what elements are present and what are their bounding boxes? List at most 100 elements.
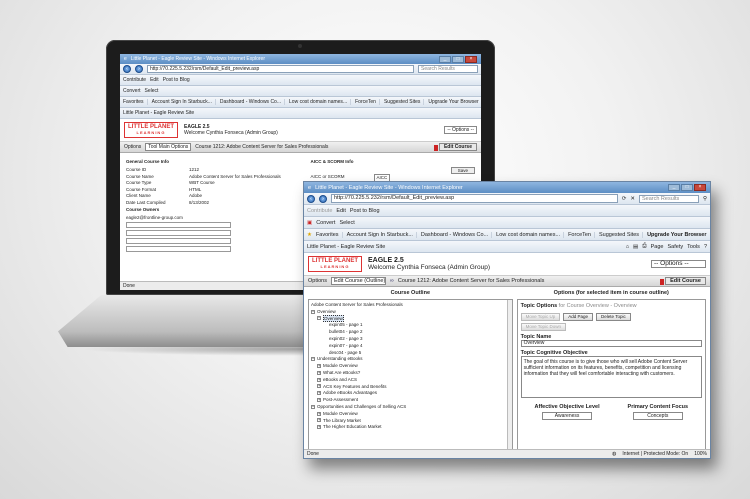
collapse-icon[interactable]: − [311,357,315,362]
address-input[interactable]: http://70.225.5.232/rsm/Default_Edit_pre… [331,194,618,203]
options-select[interactable]: Tool Main Options [145,143,192,151]
outline-item[interactable]: + Module Overview [311,411,510,418]
stop-icon[interactable]: ✕ [630,196,635,202]
outline-item[interactable]: + The Higher Education Market [311,424,510,431]
outline-item[interactable]: + eBooks and ACS [311,377,510,384]
select-button[interactable]: Select [339,220,354,226]
edit-button[interactable]: Edit [150,77,159,83]
outline-panel: Course Outline Adobe Content Server for … [308,290,513,455]
minimize-icon[interactable]: _ [439,55,451,63]
forward-icon[interactable]: › [319,194,327,203]
move-topic-up-button[interactable]: Move Topic Up [520,313,561,321]
maximize-icon[interactable]: □ [681,184,693,191]
edit-button[interactable]: Edit [336,208,345,214]
contribute-button[interactable]: Contribute [123,77,146,83]
contribute-button[interactable]: Contribute [307,208,332,214]
search-input[interactable]: Search Results [418,65,478,73]
owner-input[interactable] [126,245,231,252]
add-page-button[interactable]: Add Page [563,313,594,321]
favorite-link[interactable]: Suggested Sites [384,99,425,105]
post-to-blog-button[interactable]: Post to Blog [163,77,190,83]
outline-item[interactable]: + What Are eBooks? [311,370,510,377]
back-icon[interactable]: ‹ [123,65,131,73]
favorite-link[interactable]: Dashboard - Windows Co... [220,99,286,105]
save-button[interactable]: Save [450,167,475,174]
close-icon[interactable]: × [465,55,477,63]
affective-select[interactable]: Awareness [542,412,593,420]
favorite-link[interactable]: Low cost domain names... [289,99,352,105]
collapse-icon[interactable]: − [311,404,315,409]
expand-icon[interactable]: + [317,418,321,423]
favorite-link[interactable]: Dashboard - Windows Co... [421,231,493,238]
expand-icon[interactable]: + [317,370,321,375]
favorites-button[interactable]: Favorites [316,231,343,238]
post-to-blog-button[interactable]: Post to Blog [350,208,380,214]
expand-icon[interactable]: + [317,384,321,389]
forward-icon[interactable]: › [135,65,143,73]
outline-item[interactable]: expin07 - page 4 [311,343,510,350]
safety-menu[interactable]: Safety [668,244,684,250]
outline-item[interactable]: + Post-Assessment [311,397,510,404]
edit-course-button[interactable]: Edit Course [660,277,706,285]
outline-item[interactable]: bullet04 - page 2 [311,329,510,336]
focus-select[interactable]: Concepts [632,412,683,420]
close-icon[interactable]: × [694,184,706,191]
edit-course-button[interactable]: Edit Course [433,143,477,151]
search-input[interactable]: Search Results [638,194,699,203]
logo: LITTLE PLANET LEARNING [124,122,178,138]
zoom-level[interactable]: 100% [694,450,707,458]
owner-input[interactable] [126,221,231,228]
outline-item-label: expin07 - page 4 [329,342,363,348]
outline-item[interactable]: − Opportunities and Challenges of Selling… [311,404,510,411]
header-options-select[interactable]: -- Options -- [444,126,477,134]
refresh-icon[interactable]: ⟳ [622,196,627,202]
delete-topic-button[interactable]: Delete Topic [596,313,631,321]
expand-icon[interactable]: + [317,425,321,430]
browser-tab[interactable]: Little Planet - Eagle Review Site [307,244,385,250]
outline-item[interactable]: expin02 - page 3 [311,336,510,343]
collapse-icon[interactable]: − [317,316,321,321]
select-button[interactable]: Select [145,88,159,94]
expand-icon[interactable]: + [317,377,321,382]
browser-tab[interactable]: Little Planet - Eagle Review Site [123,110,194,116]
back-icon[interactable]: ‹ [307,194,315,203]
owner-input[interactable] [126,229,231,236]
outline-scrollbar[interactable] [506,300,512,454]
expand-icon[interactable]: + [317,397,321,402]
favorite-link[interactable]: Low cost domain names... [496,231,565,238]
topic-name-input[interactable]: Overview [520,340,702,347]
favorite-link[interactable]: Account Sign In Starbuck... [347,231,417,238]
expand-icon[interactable]: + [317,363,321,368]
search-icon[interactable]: ⚲ [703,196,707,202]
outline-item[interactable]: Adobe Content Server for Sales Professio… [311,302,510,309]
expand-icon[interactable]: + [317,391,321,396]
favorite-link[interactable]: Suggested Sites [599,231,644,238]
favorite-link[interactable]: Account Sign In Starbuck... [152,99,216,105]
move-topic-down-button[interactable]: Move Topic Down [520,323,567,331]
convert-button[interactable]: Convert [123,88,141,94]
maximize-icon[interactable]: □ [452,55,464,63]
favorites-button[interactable]: Favorites [123,99,148,105]
page-menu[interactable]: Page [651,244,664,250]
collapse-icon[interactable]: − [311,309,315,314]
options-select[interactable]: Edit Course (Outline) [330,277,386,285]
header-options-select[interactable]: -- Options -- [651,260,706,268]
print-icon[interactable]: ⎙ [642,243,646,250]
help-icon[interactable]: ? [704,244,707,250]
address-input[interactable]: http://70.225.5.232/rsm/Default_Edit_pre… [147,65,414,73]
favorite-link[interactable]: Upgrade Your Browser [647,232,706,238]
favorite-link[interactable]: ForceTen [568,231,595,238]
outline-item[interactable]: expin05 - page 1 [311,322,510,329]
convert-button[interactable]: Convert [316,220,335,226]
outline-item[interactable]: − Overview [311,314,510,323]
owner-input[interactable] [126,237,231,244]
minimize-icon[interactable]: _ [668,184,680,191]
favorite-link[interactable]: ForceTen [355,99,380,105]
tools-menu[interactable]: Tools [687,244,700,250]
home-icon[interactable]: ⌂ [626,244,629,250]
favorite-link[interactable]: Upgrade Your Browser [428,99,478,105]
expand-icon[interactable]: + [317,411,321,416]
outline-item[interactable]: + Module Overview [311,363,510,370]
feeds-icon[interactable]: ▤ [633,244,638,250]
objective-textarea[interactable]: The goal of this course is to give those… [520,356,702,398]
